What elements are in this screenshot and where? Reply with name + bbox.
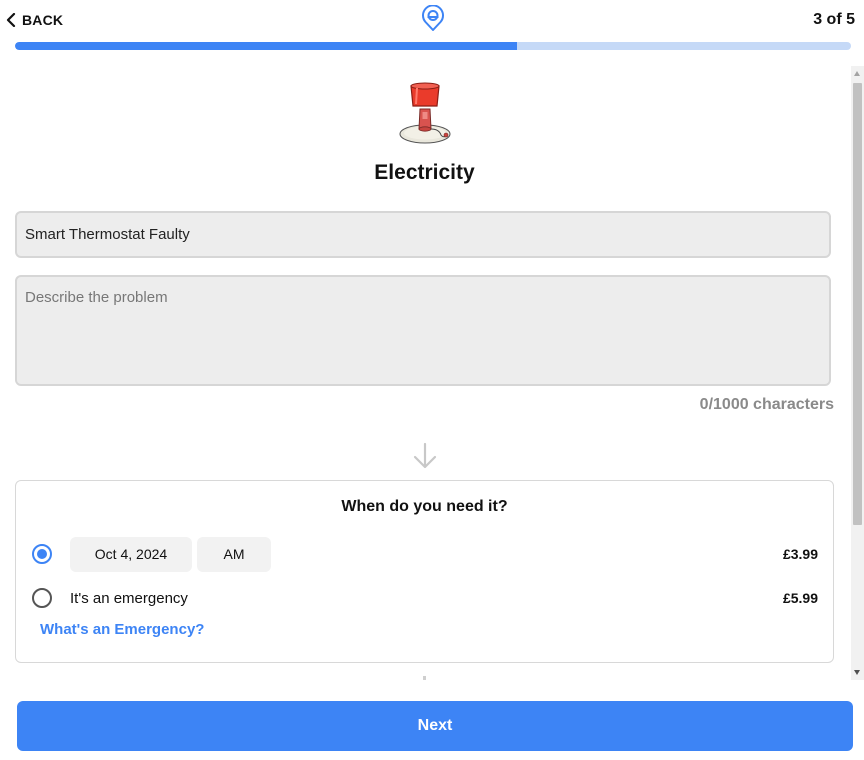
schedule-card: When do you need it? Oct 4, 2024 AM £3.9… (15, 480, 834, 663)
scroll-up-arrow-icon[interactable] (854, 71, 860, 76)
issue-title-input[interactable] (15, 211, 831, 258)
emergency-price: £5.99 (782, 590, 818, 606)
arrow-down-icon (413, 442, 437, 469)
time-of-day-button[interactable]: AM (197, 537, 271, 572)
service-title: Electricity (374, 161, 475, 184)
scroll-down-arrow-icon[interactable] (854, 670, 860, 675)
vertical-scrollbar[interactable] (851, 66, 864, 680)
back-button[interactable]: BACK (6, 10, 63, 30)
form-scroll-area[interactable]: Electricity Describe the problem 0/1000 … (0, 66, 864, 680)
date-picker-button[interactable]: Oct 4, 2024 (70, 537, 192, 572)
chevron-left-icon (6, 13, 16, 27)
step-indicator: 3 of 5 (813, 11, 855, 28)
lamp-icon (399, 82, 451, 144)
location-pin-icon (422, 5, 444, 31)
back-label: BACK (22, 12, 64, 28)
emergency-help-link[interactable]: What's an Emergency? (40, 621, 204, 638)
emergency-label: It's an emergency (70, 590, 188, 607)
scrollbar-thumb[interactable] (853, 83, 862, 525)
progress-bar (15, 42, 851, 50)
character-counter: 0/1000 characters (699, 396, 834, 413)
description-textarea[interactable]: Describe the problem (15, 275, 831, 386)
next-button[interactable]: Next (17, 701, 853, 751)
content-continuation-mark (423, 676, 426, 680)
progress-fill (15, 42, 517, 50)
scheduled-price: £3.99 (782, 546, 818, 562)
scheduled-radio[interactable] (32, 544, 52, 564)
schedule-heading: When do you need it? (341, 498, 508, 515)
top-bar: BACK 3 of 5 (0, 0, 864, 40)
emergency-radio[interactable] (32, 588, 52, 608)
